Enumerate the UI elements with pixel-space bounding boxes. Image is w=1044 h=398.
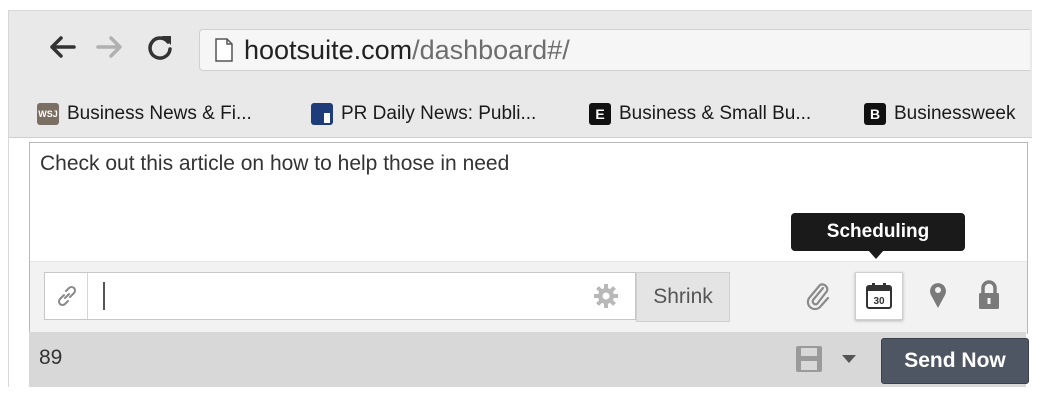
attach-button[interactable] (795, 272, 841, 318)
location-button[interactable] (915, 272, 961, 318)
url-path: /dashboard#/ (412, 35, 570, 65)
chevron-down-icon[interactable] (841, 354, 857, 364)
bookmarks-bar: WSJ Business News & Fi... PR Daily News:… (9, 91, 1032, 138)
url-text: hootsuite.com/dashboard#/ (244, 35, 570, 65)
bookmark-prdaily[interactable]: PR Daily News: Publi... (311, 91, 536, 137)
message-composer[interactable]: Check out this article on how to help th… (29, 142, 1028, 334)
link-input[interactable] (97, 281, 571, 313)
back-arrow-icon (50, 36, 76, 58)
location-pin-icon (930, 283, 946, 308)
bookmark-businessweek[interactable]: B Businessweek (864, 91, 1015, 137)
lock-icon (979, 280, 999, 309)
shrink-button[interactable]: Shrink (636, 272, 730, 322)
bookmark-label: PR Daily News: Publi... (341, 103, 537, 124)
link-icon (57, 285, 77, 307)
tooltip-arrow (868, 250, 884, 259)
browser-window: hootsuite.com/dashboard#/ WSJ Business N… (8, 10, 1032, 387)
bookmark-entrepreneur[interactable]: E Business & Small Bu... (589, 91, 811, 137)
link-shortener-box (44, 272, 636, 320)
bookmark-label: Businessweek (894, 103, 1016, 124)
wsj-icon: WSJ (37, 103, 59, 125)
bookmark-label: Business News & Fi... (67, 103, 252, 124)
divider (87, 273, 88, 319)
browser-toolbar: hootsuite.com/dashboard#/ (9, 11, 1032, 91)
url-host: hootsuite.com (244, 35, 413, 65)
bookmark-wsj[interactable]: WSJ Business News & Fi... (37, 91, 252, 137)
reload-button[interactable] (145, 32, 175, 62)
calendar-icon: 30 (866, 283, 892, 309)
character-count: 89 (39, 346, 63, 369)
forward-button[interactable] (95, 32, 125, 62)
scheduling-tooltip: Scheduling (791, 213, 965, 251)
composer-toolbar: Shrink 30 (30, 261, 1027, 334)
forward-arrow-icon (96, 36, 122, 58)
businessweek-icon: B (864, 103, 886, 125)
scheduling-button[interactable]: 30 (855, 272, 903, 320)
prdaily-icon (311, 103, 333, 125)
page-icon (215, 38, 233, 62)
gear-icon[interactable] (593, 283, 619, 309)
address-bar[interactable]: hootsuite.com/dashboard#/ (199, 29, 1030, 71)
message-text[interactable]: Check out this article on how to help th… (40, 152, 509, 176)
send-now-button[interactable]: Send Now (881, 338, 1029, 384)
privacy-button[interactable] (966, 272, 1012, 318)
reload-icon (148, 36, 172, 60)
save-draft-icon[interactable] (794, 344, 824, 374)
text-caret (103, 282, 105, 310)
entrepreneur-icon: E (589, 103, 611, 125)
calendar-day: 30 (873, 296, 885, 307)
paperclip-icon (806, 283, 830, 310)
bookmark-label: Business & Small Bu... (619, 103, 812, 124)
back-button[interactable] (47, 32, 77, 62)
composer-footer: 89 Send Now (29, 332, 1029, 387)
